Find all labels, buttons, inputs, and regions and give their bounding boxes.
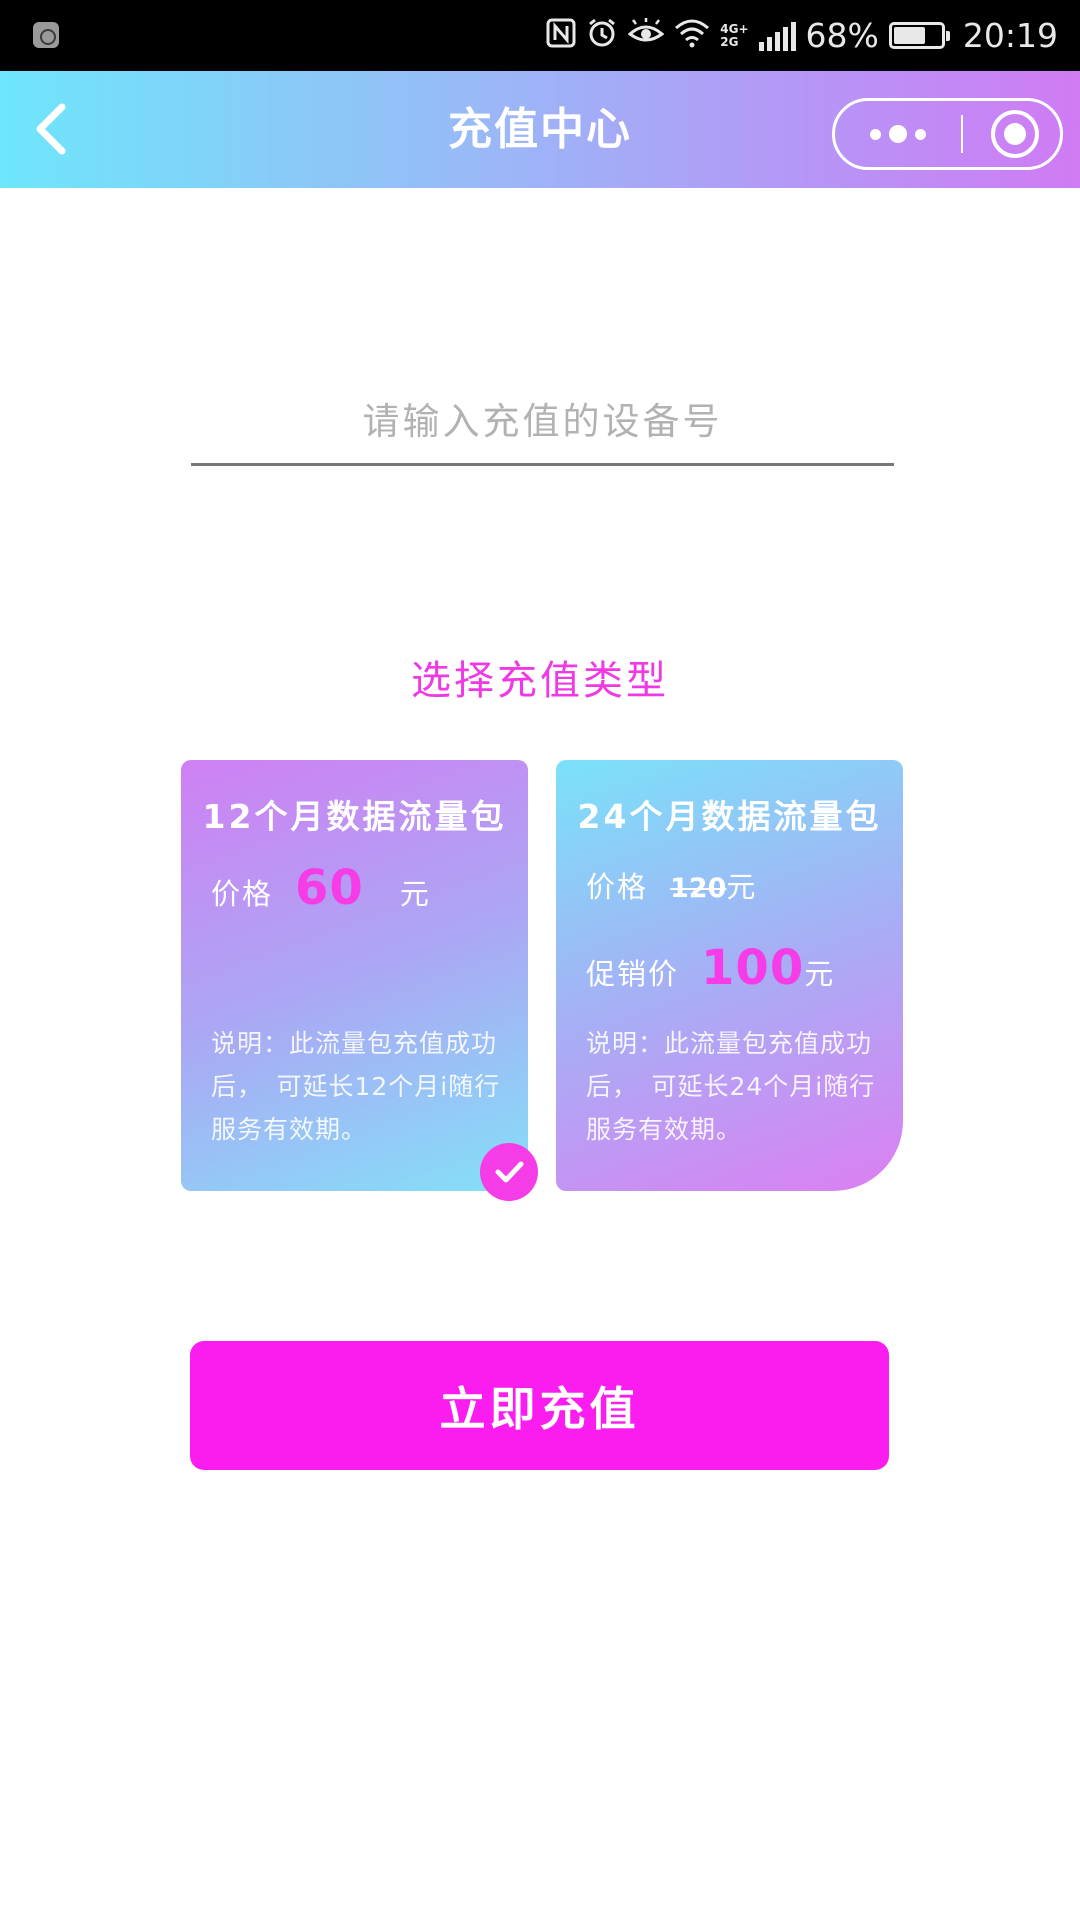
- package-card-12-months[interactable]: 12个月数据流量包 价格 60 元 说明：此流量包充值成功后， 可延长12个月i…: [181, 760, 538, 1201]
- network-type-bottom: 2G: [720, 34, 739, 49]
- package-name: 24个月数据流量包: [577, 797, 882, 836]
- original-price: 120: [670, 873, 727, 904]
- nfc-icon: [546, 18, 576, 54]
- price-label: 价格: [586, 870, 649, 904]
- promo-price-row: 促销价 100 元: [586, 940, 833, 996]
- network-type-label: 4G+ 2G: [720, 21, 749, 49]
- eye-comfort-icon: [627, 17, 665, 54]
- capsule-divider: [961, 115, 963, 153]
- signal-icon: [758, 21, 796, 51]
- price-row: 价格 60 元: [211, 860, 429, 916]
- status-bar: 4G+ 2G 68% 20:19: [0, 0, 1080, 71]
- promo-unit: 元: [804, 957, 834, 991]
- chevron-left-icon: [36, 103, 66, 155]
- selected-check-icon: [480, 1143, 538, 1201]
- price-value: 60: [295, 860, 364, 916]
- battery-icon: [888, 22, 950, 49]
- price-label: 价格: [211, 877, 274, 911]
- promo-label: 促销价: [586, 957, 680, 991]
- target-circle-icon[interactable]: [991, 110, 1039, 158]
- nav-bar: 充值中心: [0, 71, 1080, 188]
- more-dots-icon[interactable]: [835, 101, 961, 167]
- package-name: 12个月数据流量包: [202, 797, 507, 836]
- recharge-now-button[interactable]: 立即充值: [190, 1341, 889, 1470]
- notification-app-icon: [33, 22, 59, 48]
- network-type-top: 4G+: [720, 21, 749, 36]
- battery-level-fill: [893, 27, 925, 44]
- section-title: 选择充值类型: [411, 658, 669, 704]
- package-description: 说明：此流量包充值成功后， 可延长24个月i随行服务有效期。: [586, 1029, 876, 1144]
- price-unit: 元: [726, 870, 756, 904]
- promo-price: 100: [701, 940, 805, 996]
- device-number-field: [191, 380, 894, 466]
- device-number-input[interactable]: [191, 380, 894, 463]
- package-description: 说明：此流量包充值成功后， 可延长12个月i随行服务有效期。: [211, 1029, 501, 1144]
- package-card-24-months[interactable]: 24个月数据流量包 价格 120 元 促销价 100 元 说明：此流量包充值成功…: [556, 760, 903, 1191]
- back-button[interactable]: [24, 99, 84, 159]
- original-price-row: 价格 120 元: [586, 864, 755, 906]
- price-unit: 元: [399, 877, 429, 911]
- status-icons: 4G+ 2G 68% 20:19: [546, 0, 1058, 71]
- alarm-icon: [586, 17, 618, 55]
- wifi-icon: [674, 18, 710, 54]
- mini-program-capsule: [832, 98, 1063, 170]
- battery-percent: 68%: [805, 16, 879, 55]
- status-time: 20:19: [962, 16, 1058, 55]
